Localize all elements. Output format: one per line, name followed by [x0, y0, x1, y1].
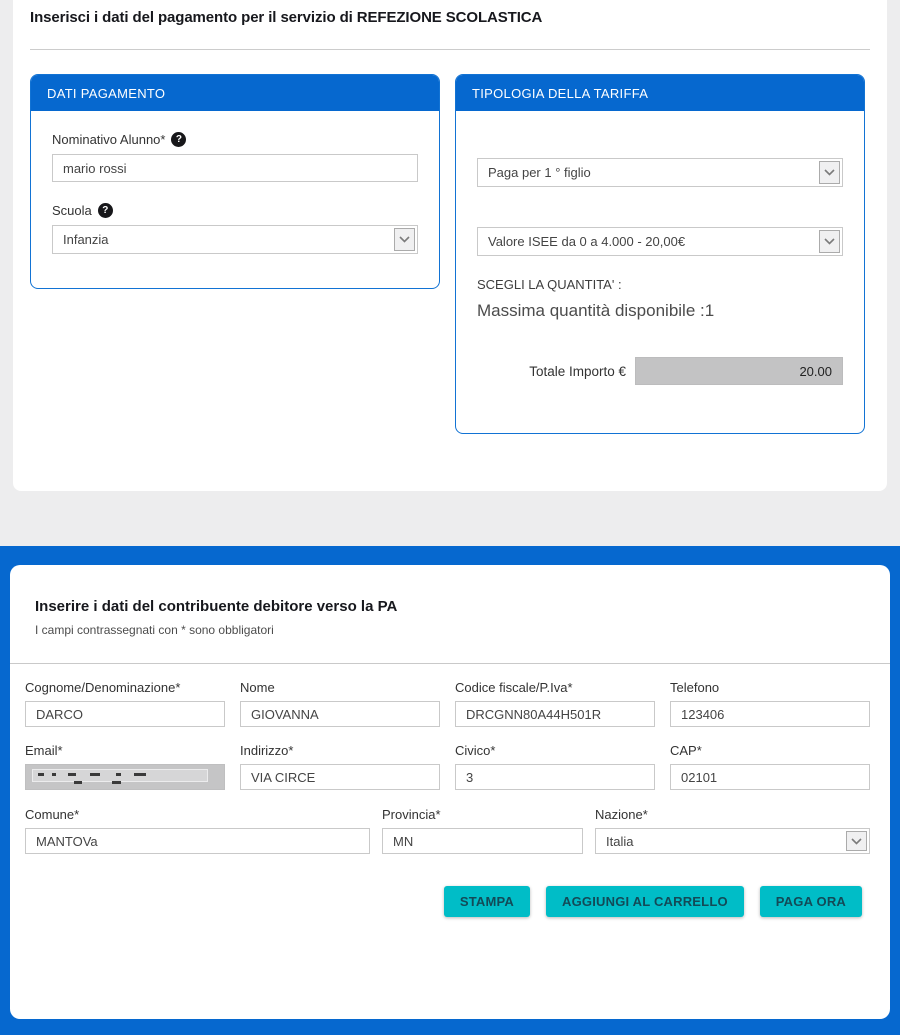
email-field-group: Email* [25, 743, 225, 790]
scuola-label-row: Scuola ? [52, 203, 418, 218]
provincia-field-group: Provincia* [382, 807, 583, 854]
telefono-label: Telefono [670, 680, 870, 695]
nazione-label: Nazione* [595, 807, 870, 822]
isee-select[interactable]: Valore ISEE da 0 a 4.000 - 20,00€ [477, 227, 843, 256]
payment-top-card: Inserisci i dati del pagamento per il se… [13, 0, 887, 491]
panels-row: DATI PAGAMENTO Nominativo Alunno* ? Scuo… [30, 74, 870, 434]
actions-row: STAMPA AGGIUNGI AL CARRELLO PAGA ORA [25, 886, 870, 917]
aggiungi-al-carrello-button[interactable]: AGGIUNGI AL CARRELLO [546, 886, 744, 917]
scuola-selected-value: Infanzia [63, 232, 109, 247]
help-icon[interactable]: ? [171, 132, 186, 147]
nome-field-group: Nome [240, 680, 440, 727]
massima-quantita-text: Massima quantità disponibile :1 [477, 301, 843, 321]
totale-importo-value: 20.00 [635, 357, 843, 385]
nominativo-input[interactable] [52, 154, 418, 182]
telefono-input[interactable] [670, 701, 870, 727]
email-redacted-text [74, 781, 134, 784]
debtor-card: Inserire i dati del contribuente debitor… [10, 565, 890, 1019]
debtor-divider [10, 663, 890, 664]
comune-label: Comune* [25, 807, 370, 822]
totale-importo-label: Totale Importo € [529, 364, 626, 379]
indirizzo-label: Indirizzo* [240, 743, 440, 758]
figlio-select[interactable]: Paga per 1 ° figlio [477, 158, 843, 187]
chevron-down-icon [846, 831, 867, 851]
tipologia-tariffa-panel: TIPOLOGIA DELLA TARIFFA Paga per 1 ° fig… [455, 74, 865, 434]
totale-importo-row: Totale Importo € 20.00 [477, 357, 843, 385]
chevron-down-icon [819, 230, 840, 253]
paga-ora-button[interactable]: PAGA ORA [760, 886, 862, 917]
scegli-quantita-label: SCEGLI LA QUANTITA' : [477, 277, 843, 292]
debtor-row-1: Cognome/Denominazione* Nome Codice fisca… [25, 680, 870, 727]
comune-input[interactable] [25, 828, 370, 854]
required-fields-note: I campi contrassegnati con * sono obblig… [35, 623, 870, 637]
indirizzo-input[interactable] [240, 764, 440, 790]
scuola-label: Scuola [52, 203, 92, 218]
indirizzo-field-group: Indirizzo* [240, 743, 440, 790]
tipologia-tariffa-body: Paga per 1 ° figlio Valore ISEE da 0 a 4… [456, 158, 864, 385]
stampa-button[interactable]: STAMPA [444, 886, 530, 917]
comune-field-group: Comune* [25, 807, 370, 854]
cap-label: CAP* [670, 743, 870, 758]
nazione-field-group: Nazione* Italia [595, 807, 870, 854]
debtor-blue-band: Inserire i dati del contribuente debitor… [0, 546, 900, 1035]
chevron-down-icon [394, 228, 415, 251]
cognome-input[interactable] [25, 701, 225, 727]
civico-input[interactable] [455, 764, 655, 790]
title-divider [30, 49, 870, 50]
nominativo-label-row: Nominativo Alunno* ? [52, 132, 418, 147]
civico-label: Civico* [455, 743, 655, 758]
codice-fiscale-input[interactable] [455, 701, 655, 727]
email-label: Email* [25, 743, 225, 758]
provincia-input[interactable] [382, 828, 583, 854]
nome-label: Nome [240, 680, 440, 695]
civico-field-group: Civico* [455, 743, 655, 790]
cap-input[interactable] [670, 764, 870, 790]
dati-pagamento-header: DATI PAGAMENTO [31, 75, 439, 111]
chevron-down-icon [819, 161, 840, 184]
dati-pagamento-body: Nominativo Alunno* ? Scuola ? Infanzia [31, 132, 439, 254]
figlio-selected-value: Paga per 1 ° figlio [488, 165, 591, 180]
cap-field-group: CAP* [670, 743, 870, 790]
scuola-select[interactable]: Infanzia [52, 225, 418, 254]
provincia-label: Provincia* [382, 807, 583, 822]
debtor-heading: Inserire i dati del contribuente debitor… [35, 565, 870, 615]
debtor-row-2: Email* Indirizzo* Civico* CAP* [25, 743, 870, 790]
codice-fiscale-label: Codice fiscale/P.Iva* [455, 680, 655, 695]
nazione-selected-value: Italia [606, 834, 633, 849]
tipologia-tariffa-header: TIPOLOGIA DELLA TARIFFA [456, 75, 864, 111]
codice-fiscale-field-group: Codice fiscale/P.Iva* [455, 680, 655, 727]
dati-pagamento-panel: DATI PAGAMENTO Nominativo Alunno* ? Scuo… [30, 74, 440, 289]
cognome-label: Cognome/Denominazione* [25, 680, 225, 695]
page-title: Inserisci i dati del pagamento per il se… [30, 9, 870, 26]
telefono-field-group: Telefono [670, 680, 870, 727]
cognome-field-group: Cognome/Denominazione* [25, 680, 225, 727]
debtor-row-3: Comune* Provincia* Nazione* Italia [25, 807, 870, 854]
email-field-redacted [25, 764, 225, 790]
nazione-select[interactable]: Italia [595, 828, 870, 854]
nominativo-label: Nominativo Alunno* [52, 132, 165, 147]
isee-selected-value: Valore ISEE da 0 a 4.000 - 20,00€ [488, 234, 685, 249]
help-icon[interactable]: ? [98, 203, 113, 218]
email-redacted-text [38, 773, 168, 776]
nome-input[interactable] [240, 701, 440, 727]
